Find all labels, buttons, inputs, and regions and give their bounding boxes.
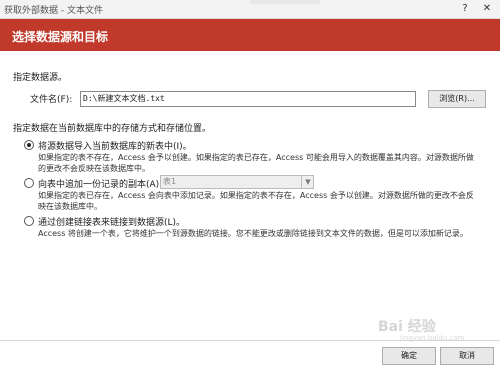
- background-tab-strip: [250, 0, 320, 4]
- import-new-table-label[interactable]: 将源数据导入当前数据库的新表中(I)。: [38, 139, 192, 152]
- close-icon[interactable]: ✕: [478, 0, 496, 17]
- append-table-radio[interactable]: [24, 178, 34, 188]
- storage-heading: 指定数据在当前数据库中的存储方式和存储位置。: [13, 124, 212, 134]
- filename-label: 文件名(F):: [30, 95, 73, 105]
- append-table-desc-line1: 如果指定的表已存在，Access 会向表中添加记录。如果指定的表不存在，Acce…: [38, 191, 474, 200]
- import-new-table-desc-line1: 如果指定的表不存在，Access 会予以创建。如果指定的表已存在，Access …: [38, 153, 474, 162]
- title-bar: 获取外部数据 - 文本文件 ? ✕: [0, 0, 500, 19]
- wizard-header: 选择数据源和目标: [0, 19, 500, 51]
- link-table-desc: Access 将创建一个表，它将维护一个到源数据的链接。您不能更改或删除链接到文…: [38, 229, 468, 238]
- page-title: 选择数据源和目标: [12, 30, 109, 44]
- browse-button[interactable]: 浏览(R)...: [428, 90, 486, 108]
- table-select[interactable]: 表1: [160, 175, 314, 189]
- import-new-table-desc-line2: 的更改不会反映在该数据库中。: [38, 164, 150, 173]
- link-table-radio[interactable]: [24, 216, 34, 226]
- import-new-table-radio[interactable]: [24, 140, 34, 150]
- chevron-down-icon[interactable]: ▼: [301, 175, 314, 189]
- append-table-desc-line2: 映在该数据库中。: [38, 202, 102, 211]
- watermark-logo: Bai 经验: [378, 319, 436, 335]
- append-table-label[interactable]: 向表中追加一份记录的副本(A):: [38, 177, 162, 190]
- help-icon[interactable]: ?: [456, 0, 474, 17]
- filename-field[interactable]: D:\新建文本文档.txt: [80, 91, 416, 107]
- window-title: 获取外部数据 - 文本文件: [4, 6, 103, 16]
- cancel-button[interactable]: 取消: [440, 347, 494, 365]
- footer-divider: [0, 340, 500, 341]
- source-heading: 指定数据源。: [13, 73, 68, 83]
- link-table-label[interactable]: 通过创建链接表来链接到数据源(L)。: [38, 215, 185, 228]
- ok-button[interactable]: 确定: [382, 347, 436, 365]
